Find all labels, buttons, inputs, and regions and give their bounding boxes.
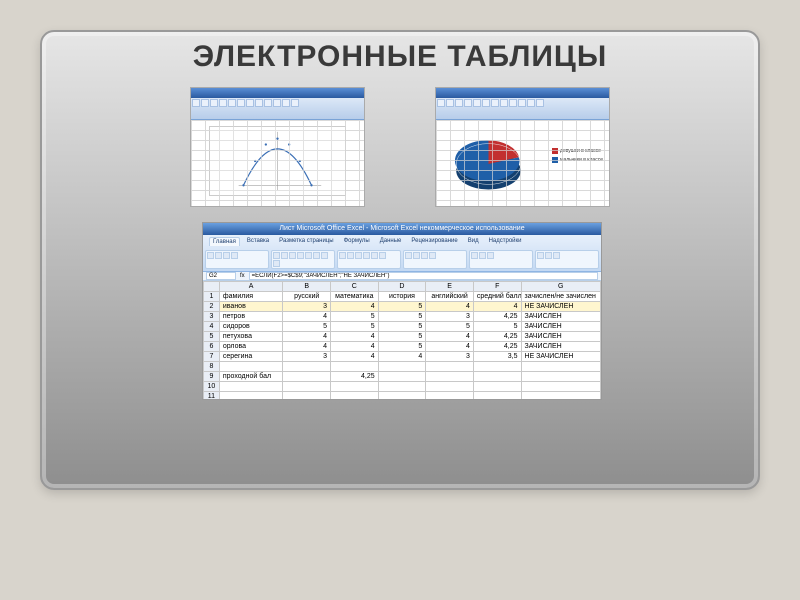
tab-formulas[interactable]: Формулы [341, 237, 373, 246]
fx-icon[interactable]: fx [240, 273, 245, 279]
tab-data[interactable]: Данные [377, 237, 405, 246]
table-row: 6орлова44544,25ЗАЧИСЛЕН [204, 342, 601, 352]
tab-insert[interactable]: Вставка [244, 237, 272, 246]
table-row: 11 [204, 392, 601, 401]
table-row: 3петров45534,25ЗАЧИСЛЕН [204, 312, 601, 322]
window-titlebar: Лист Microsoft Office Excel - Microsoft … [203, 223, 601, 235]
worksheet-grid[interactable]: ABCDEFG 1 фамилиярусскийматематикаистори… [203, 281, 601, 400]
line-chart [209, 126, 346, 196]
sheet-area [191, 120, 364, 206]
tab-addins[interactable]: Надстройки [486, 237, 525, 246]
pie-chart [446, 130, 531, 200]
window-titlebar [191, 88, 364, 98]
sheet-area: девушки в классе мальчики в классе [436, 120, 609, 206]
slide-frame: ЭЛЕКТРОННЫЕ ТАБЛИЦЫ [40, 30, 760, 490]
table-row-footer: 9 проходной бал4,25 [204, 372, 601, 382]
legend-item: девушки в классе [560, 148, 601, 154]
thumbnails-row: девушки в классе мальчики в классе [42, 87, 758, 207]
excel-thumb-pie-chart: девушки в классе мальчики в классе [435, 87, 610, 207]
tab-layout[interactable]: Разметка страницы [276, 237, 336, 246]
ribbon-tabs: Главная Вставка Разметка страницы Формул… [203, 235, 601, 248]
tab-home[interactable]: Главная [209, 237, 240, 246]
excel-thumb-line-chart [190, 87, 365, 207]
table-row: 5петухова44544,25ЗАЧИСЛЕН [204, 332, 601, 342]
pie-legend: девушки в классе мальчики в классе [552, 148, 603, 166]
ribbon-groups [203, 248, 601, 271]
table-row: 10 [204, 382, 601, 392]
table-header-row: 1 фамилиярусскийматематикаисторияанглийс… [204, 292, 601, 302]
table-row: 7серегина34433,5НЕ ЗАЧИСЛЕН [204, 352, 601, 362]
table-row: 4сидоров55555ЗАЧИСЛЕН [204, 322, 601, 332]
ribbon [436, 98, 609, 120]
table-row: 8 [204, 362, 601, 372]
excel-main-window: Лист Microsoft Office Excel - Microsoft … [202, 222, 602, 400]
formula-bar: G2 fx =ЕСЛИ(F2>=$C$9;"ЗАЧИСЛЕН";"НЕ ЗАЧИ… [203, 272, 601, 281]
ribbon [191, 98, 364, 120]
column-headers: ABCDEFG [204, 282, 601, 292]
tab-review[interactable]: Рецензирование [408, 237, 460, 246]
window-titlebar [436, 88, 609, 98]
tab-view[interactable]: Вид [465, 237, 482, 246]
name-box[interactable]: G2 [206, 272, 236, 280]
slide-title: ЭЛЕКТРОННЫЕ ТАБЛИЦЫ [42, 40, 758, 74]
formula-input[interactable]: =ЕСЛИ(F2>=$C$9;"ЗАЧИСЛЕН";"НЕ ЗАЧИСЛЕН") [249, 272, 598, 280]
table-row: 2иванов34544НЕ ЗАЧИСЛЕН [204, 302, 601, 312]
ribbon: Главная Вставка Разметка страницы Формул… [203, 235, 601, 272]
legend-item: мальчики в классе [560, 157, 603, 163]
